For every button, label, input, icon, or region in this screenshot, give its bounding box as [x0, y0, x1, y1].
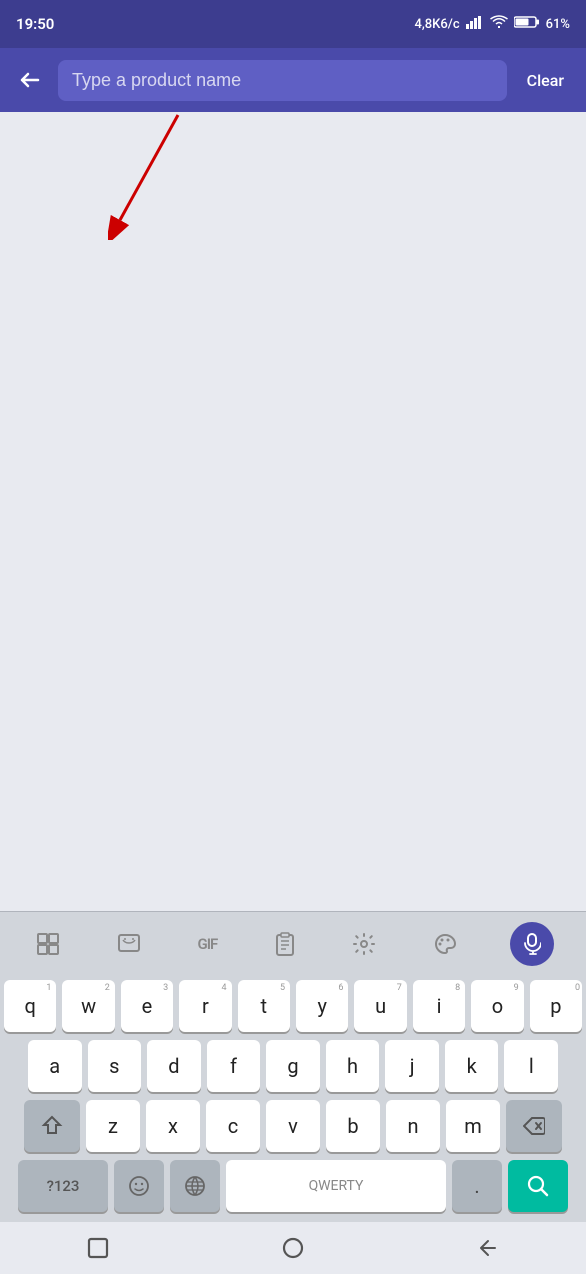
- key-r[interactable]: r4: [179, 980, 231, 1032]
- main-content-area: [0, 112, 586, 834]
- key-o[interactable]: o9: [471, 980, 523, 1032]
- keyboard-settings-button[interactable]: [348, 928, 380, 960]
- key-a[interactable]: a: [28, 1040, 82, 1092]
- nav-recents-button[interactable]: [68, 1228, 128, 1268]
- key-v[interactable]: v: [266, 1100, 320, 1152]
- nav-bar: [0, 1222, 586, 1274]
- key-g[interactable]: g: [266, 1040, 320, 1092]
- key-shift[interactable]: [24, 1100, 80, 1152]
- keyboard-palette-button[interactable]: [429, 928, 461, 960]
- nav-home-button[interactable]: [263, 1228, 323, 1268]
- key-globe[interactable]: [170, 1160, 220, 1212]
- search-header: Clear: [0, 48, 586, 112]
- key-num-switch[interactable]: ?123: [18, 1160, 108, 1212]
- key-h[interactable]: h: [326, 1040, 380, 1092]
- key-j[interactable]: j: [385, 1040, 439, 1092]
- key-c[interactable]: c: [206, 1100, 260, 1152]
- keyboard[interactable]: GIF: [0, 911, 586, 1222]
- battery-percent: 61%: [546, 17, 570, 32]
- key-period[interactable]: .: [452, 1160, 502, 1212]
- signal-icon: [466, 15, 484, 33]
- back-button[interactable]: [14, 64, 46, 96]
- wifi-icon: [490, 15, 508, 33]
- status-bar: 19:50 4,8K6/c: [0, 0, 586, 48]
- keyboard-emoji-button[interactable]: [113, 928, 145, 960]
- key-search[interactable]: [508, 1160, 568, 1212]
- key-s[interactable]: s: [88, 1040, 142, 1092]
- key-backspace[interactable]: [506, 1100, 562, 1152]
- keyboard-clipboard-button[interactable]: [270, 928, 300, 960]
- key-q[interactable]: q1: [4, 980, 56, 1032]
- keyboard-keys[interactable]: q1 w2 e3 r4 t5 y6 u7 i8 o9 p0 a s d f g …: [0, 976, 586, 1212]
- key-b[interactable]: b: [326, 1100, 380, 1152]
- key-y[interactable]: y6: [296, 980, 348, 1032]
- network-speed: 4,8K6/c: [414, 17, 459, 32]
- key-z[interactable]: z: [86, 1100, 140, 1152]
- keyboard-row-3: z x c v b n m: [4, 1100, 582, 1152]
- clear-button[interactable]: Clear: [519, 67, 572, 94]
- key-u[interactable]: u7: [354, 980, 406, 1032]
- keyboard-gif-button[interactable]: GIF: [193, 931, 221, 957]
- key-d[interactable]: d: [147, 1040, 201, 1092]
- key-f[interactable]: f: [207, 1040, 261, 1092]
- key-e[interactable]: e3: [121, 980, 173, 1032]
- battery-icon: [514, 15, 540, 33]
- key-emoji[interactable]: [114, 1160, 164, 1212]
- keyboard-grid-button[interactable]: [32, 928, 64, 960]
- key-t[interactable]: t5: [238, 980, 290, 1032]
- key-i[interactable]: i8: [413, 980, 465, 1032]
- key-l[interactable]: l: [504, 1040, 558, 1092]
- key-space[interactable]: QWERTY: [226, 1160, 446, 1212]
- keyboard-row-1: q1 w2 e3 r4 t5 y6 u7 i8 o9 p0: [4, 980, 582, 1032]
- key-w[interactable]: w2: [62, 980, 114, 1032]
- key-p[interactable]: p0: [530, 980, 582, 1032]
- status-right: 4,8K6/c 61: [414, 15, 570, 33]
- key-m[interactable]: m: [446, 1100, 500, 1152]
- key-k[interactable]: k: [445, 1040, 499, 1092]
- nav-back-button[interactable]: [458, 1228, 518, 1268]
- key-n[interactable]: n: [386, 1100, 440, 1152]
- product-search-input[interactable]: [58, 60, 507, 101]
- status-time: 19:50: [16, 15, 54, 33]
- keyboard-toolbar: GIF: [0, 911, 586, 976]
- keyboard-row-2: a s d f g h j k l: [4, 1040, 582, 1092]
- keyboard-row-4: ?123 QWERTY .: [4, 1160, 582, 1212]
- key-x[interactable]: x: [146, 1100, 200, 1152]
- keyboard-mic-button[interactable]: [510, 922, 554, 966]
